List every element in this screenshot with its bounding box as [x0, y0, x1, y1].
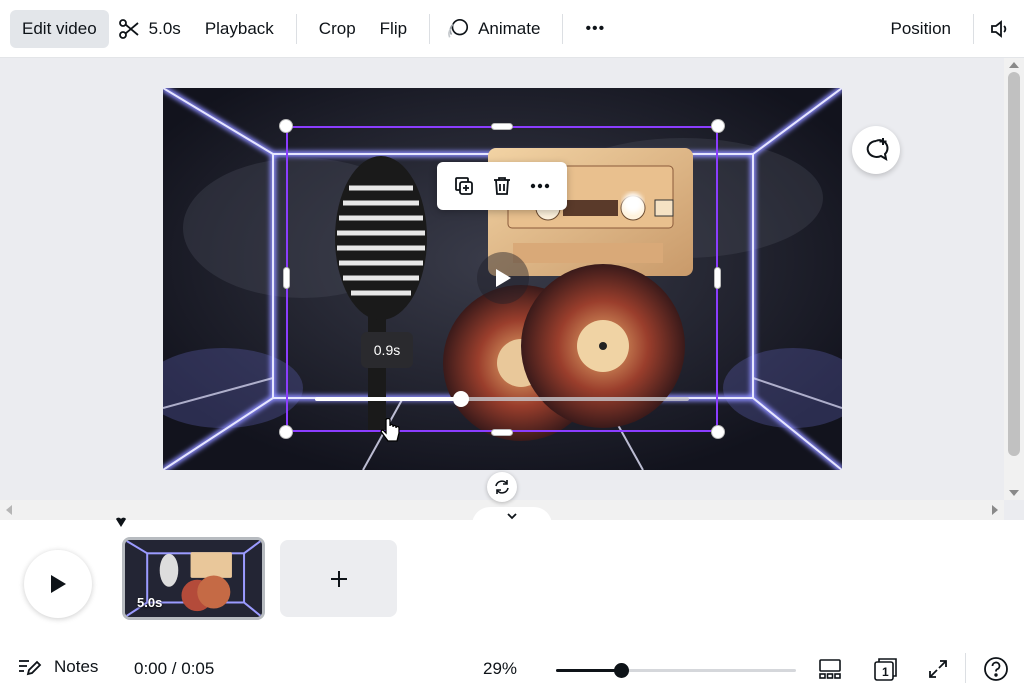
video-scrubber[interactable] [315, 397, 689, 401]
element-context-menu [437, 162, 567, 210]
play-icon [496, 269, 511, 287]
notes-icon [19, 660, 42, 676]
scissors-icon [117, 17, 141, 41]
scroll-up-arrow[interactable] [1009, 62, 1019, 68]
rotate-button[interactable] [487, 472, 517, 502]
zoom-slider-fill [556, 669, 621, 672]
footer-divider [965, 653, 966, 683]
notes-button[interactable]: Notes [16, 655, 98, 679]
video-play-overlay[interactable] [477, 252, 529, 304]
toolbar-divider [295, 13, 297, 44]
scrubber-progress [315, 397, 461, 401]
scroll-left-arrow[interactable] [6, 505, 12, 515]
more-icon[interactable] [525, 171, 555, 201]
grid-view-icon[interactable] [816, 655, 844, 683]
resize-handle-right[interactable] [714, 267, 721, 289]
speaker-icon [988, 17, 1012, 41]
resize-handle-top-right[interactable] [711, 119, 725, 133]
zoom-slider-knob[interactable] [613, 663, 629, 678]
hand-cursor-icon [380, 418, 400, 442]
position-button[interactable]: Position [879, 10, 963, 48]
more-label: ••• [585, 19, 606, 37]
playback-label: Playback [204, 18, 274, 38]
time-tooltip: 0.9s [361, 332, 413, 368]
toolbar-divider [429, 13, 431, 44]
fullscreen-icon[interactable] [924, 655, 952, 683]
top-toolbar: Edit video 5.0s Playback Crop Flip Anima… [0, 0, 1024, 58]
trash-icon[interactable] [487, 171, 517, 201]
edit-video-button[interactable]: Edit video [10, 9, 109, 48]
duplicate-icon[interactable] [449, 171, 479, 201]
duration-label: 5.0s [148, 18, 181, 38]
add-clip-button[interactable] [280, 540, 397, 617]
split-duration-button[interactable]: 5.0s [109, 10, 193, 48]
timeline-panel: 5.0s [0, 517, 1024, 643]
animate-icon [446, 17, 470, 41]
resize-handle-top-left[interactable] [279, 119, 293, 133]
rotate-icon [495, 480, 509, 494]
tooltip-time: 0.9s [373, 342, 401, 358]
play-button[interactable] [24, 550, 92, 618]
timeline-clip[interactable]: 5.0s [122, 537, 265, 620]
comment-plus-icon [866, 138, 889, 162]
crop-button[interactable]: Crop [307, 10, 368, 48]
playback-button[interactable]: Playback [193, 10, 286, 48]
toolbar-divider [562, 13, 564, 44]
clip-duration: 5.0s [137, 595, 163, 610]
add-comment-button[interactable] [852, 126, 900, 174]
resize-handle-bottom-right[interactable] [711, 425, 725, 439]
vertical-scrollbar[interactable] [1004, 58, 1024, 500]
animate-label: Animate [478, 18, 541, 38]
page-count: 1 [882, 665, 889, 679]
animate-button[interactable]: Animate [440, 10, 552, 48]
zoom-slider[interactable] [556, 669, 796, 672]
scroll-down-arrow[interactable] [1009, 490, 1019, 496]
resize-handle-bottom[interactable] [491, 429, 513, 436]
resize-handle-left[interactable] [283, 267, 290, 289]
scroll-right-arrow[interactable] [992, 505, 998, 515]
resize-handle-top[interactable] [491, 123, 513, 130]
edit-video-label: Edit video [22, 18, 97, 38]
position-label: Position [890, 18, 951, 38]
chevron-down-icon [507, 513, 517, 520]
plus-icon [330, 570, 347, 587]
toolbar-divider [973, 13, 974, 44]
footer-bar: Notes 0:00 / 0:05 29% 1 [0, 643, 1024, 693]
page-count-icon[interactable]: 1 [872, 655, 900, 683]
play-icon [51, 575, 66, 593]
flip-button[interactable]: Flip [368, 10, 419, 48]
help-icon[interactable] [982, 655, 1010, 683]
volume-button[interactable] [984, 10, 1024, 48]
notes-label: Notes [54, 657, 99, 676]
time-display: 0:00 / 0:05 [134, 659, 215, 678]
flip-label: Flip [379, 18, 408, 38]
crop-label: Crop [318, 18, 356, 38]
resize-handle-bottom-left[interactable] [279, 425, 293, 439]
canvas-workspace: 0.9s [0, 58, 1024, 520]
scrubber-knob[interactable] [452, 391, 469, 407]
more-options-button[interactable]: ••• [573, 10, 617, 48]
playhead-marker[interactable] [115, 517, 127, 529]
scrollbar-thumb[interactable] [1008, 72, 1020, 456]
zoom-percentage[interactable]: 29% [483, 659, 517, 679]
